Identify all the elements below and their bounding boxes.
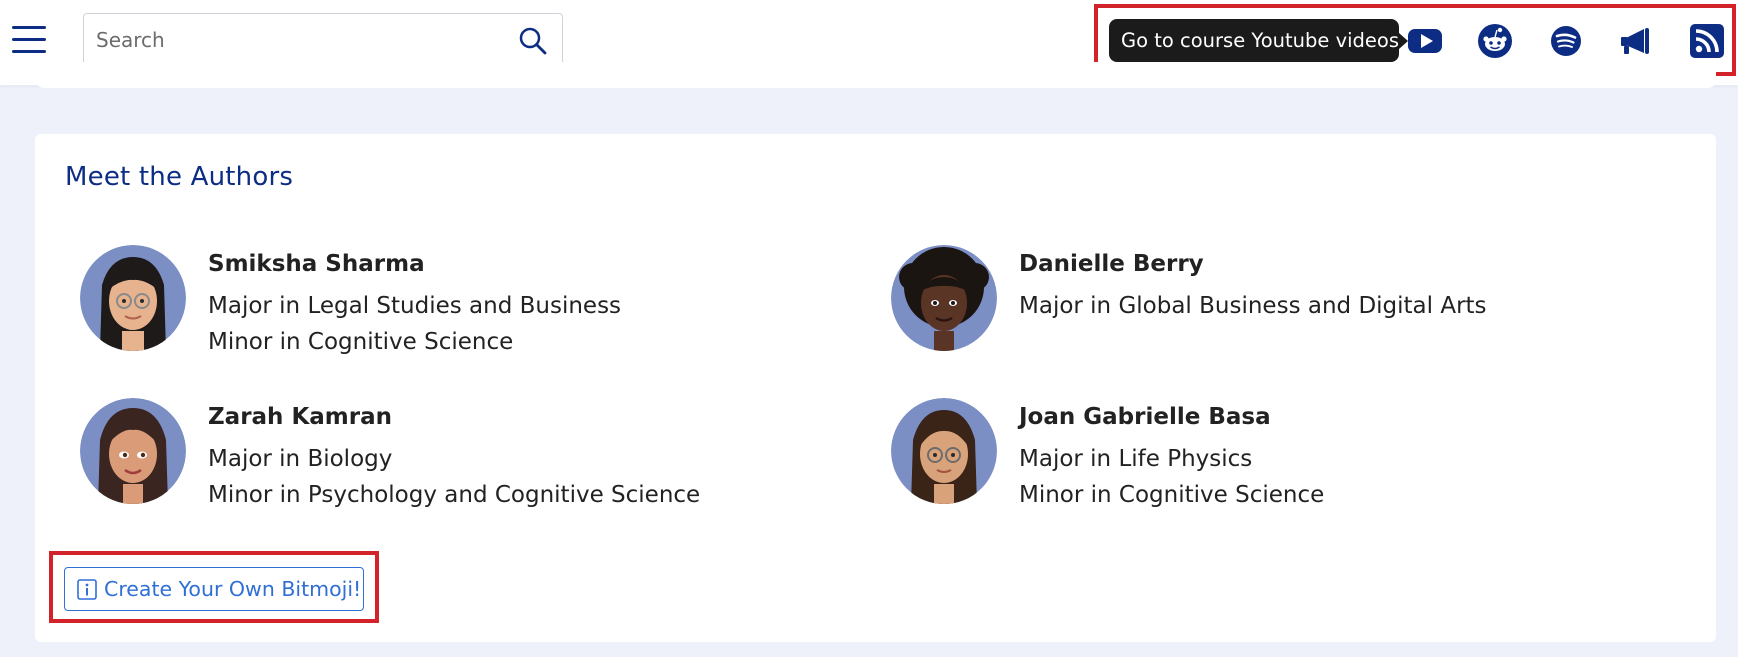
search-input[interactable] (96, 26, 476, 54)
rss-icon[interactable] (1688, 22, 1726, 60)
hamburger-menu-icon[interactable] (12, 26, 46, 54)
author-name: Danielle Berry (1019, 251, 1204, 277)
info-icon (77, 579, 97, 600)
avatar (80, 398, 186, 504)
author-major: Major in Life Physics (1019, 446, 1253, 472)
megaphone-icon[interactable] (1617, 22, 1655, 60)
author-minor: Minor in Cognitive Science (1019, 482, 1325, 508)
search-icon[interactable] (518, 26, 548, 56)
author-minor: Minor in Psychology and Cognitive Scienc… (208, 482, 701, 508)
author-name: Zarah Kamran (208, 404, 392, 430)
avatar (80, 245, 186, 351)
author-name: Smiksha Sharma (208, 251, 425, 277)
avatar (891, 398, 997, 504)
youtube-icon[interactable] (1406, 22, 1444, 60)
search-box (83, 13, 563, 67)
tooltip: Go to course Youtube videos (1109, 19, 1408, 62)
section-title: Meet the Authors (65, 162, 294, 192)
create-bitmoji-label: Create Your Own Bitmoji! (104, 577, 362, 601)
avatar (891, 245, 997, 351)
previous-card-bottom (36, 62, 1716, 88)
author-name: Joan Gabrielle Basa (1019, 404, 1271, 430)
create-bitmoji-button[interactable]: Create Your Own Bitmoji! (64, 567, 364, 611)
spotify-icon[interactable] (1547, 22, 1585, 60)
author-major: Major in Biology (208, 446, 393, 472)
author-minor: Minor in Cognitive Science (208, 329, 514, 355)
author-major: Major in Global Business and Digital Art… (1019, 293, 1487, 319)
reddit-icon[interactable] (1476, 22, 1514, 60)
author-major: Major in Legal Studies and Business (208, 293, 622, 319)
